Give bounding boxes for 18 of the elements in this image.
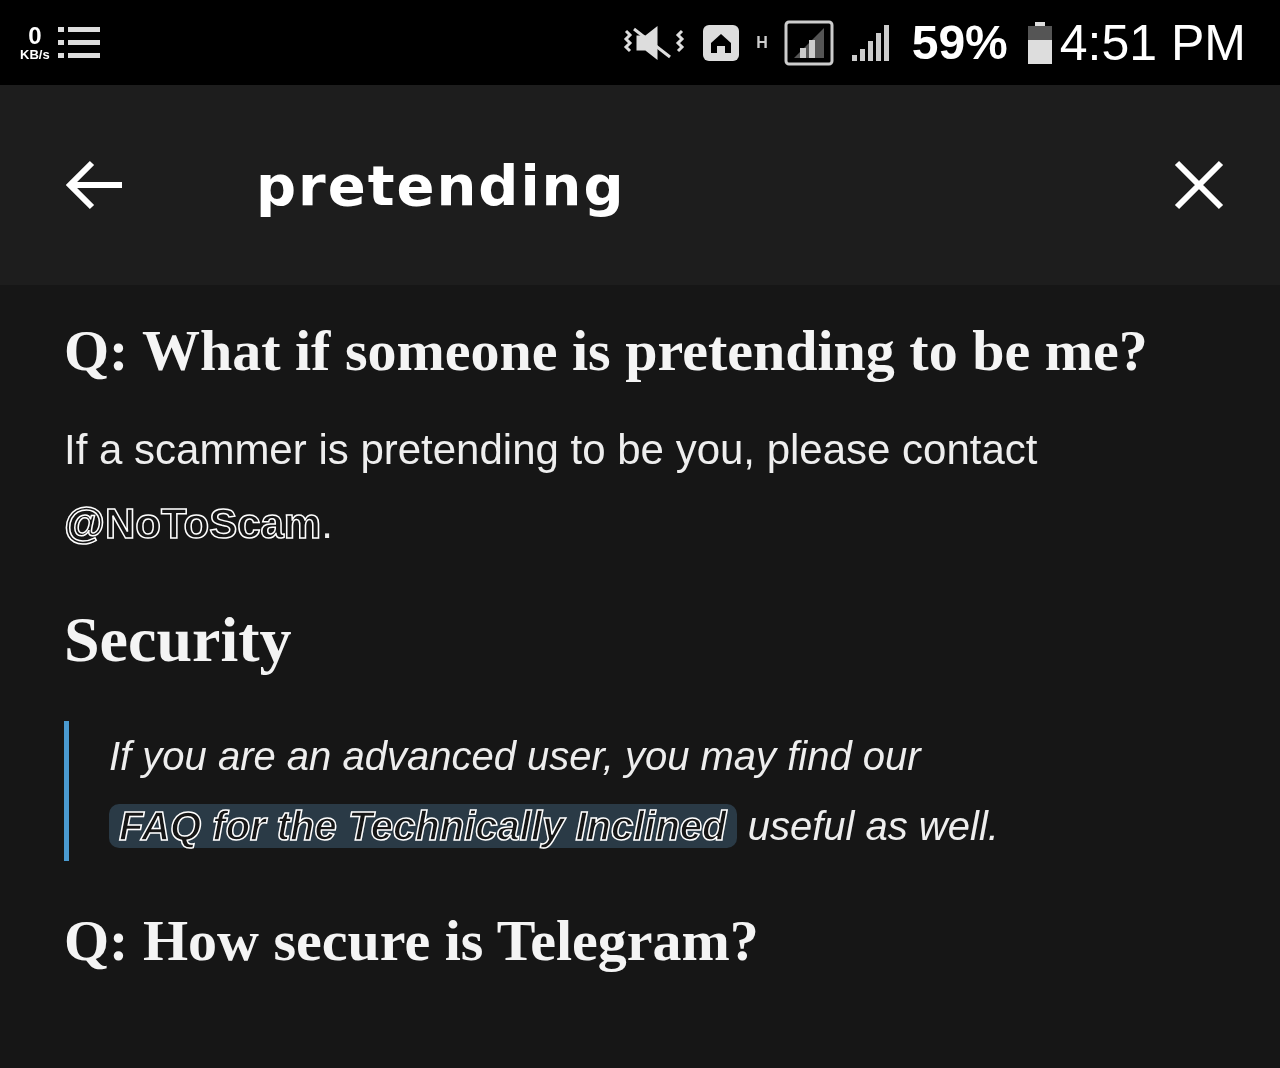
clock-time: 4:51 PM [1059, 13, 1246, 72]
section-heading: Security [64, 603, 293, 678]
close-icon [1174, 160, 1224, 210]
signal-bars-icon [849, 22, 892, 63]
answer-text: If a scammer is pretending to be you, please contact @NoToScam. [64, 425, 1039, 549]
signal-icon [783, 19, 834, 66]
link[interactable]: @NoToScam [64, 499, 322, 547]
speed-unit: KB/s [20, 48, 50, 61]
close-button[interactable] [1174, 160, 1224, 210]
vibrate-mute-icon [622, 24, 687, 61]
question-heading: Q: What if someone is pretending to be me? [64, 317, 1149, 385]
speed-value: 0 [28, 24, 42, 48]
network-type: H [756, 33, 768, 52]
battery-percent: 59% [911, 15, 1008, 70]
battery-icon [1027, 21, 1052, 64]
question-heading: Q: How secure is Telegram? [64, 907, 760, 976]
home-icon [702, 23, 741, 62]
quote-text: If you are an advanced user, you may find our FAQ for the Technically Inclined useful as well. [64, 721, 1216, 862]
